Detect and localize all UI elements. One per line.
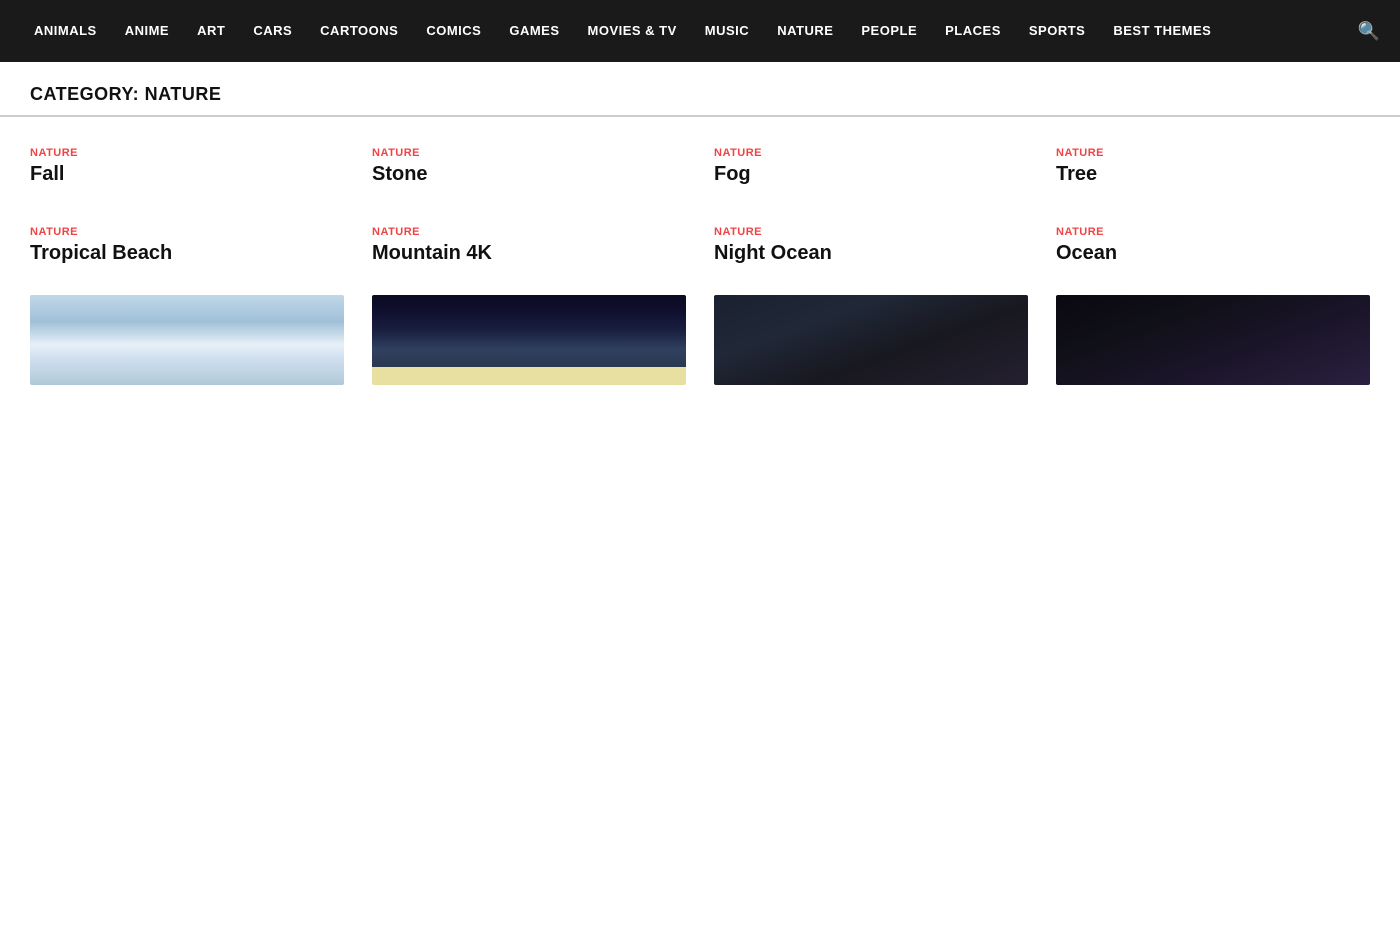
nav-item-cartoons[interactable]: CARTOONS bbox=[306, 0, 412, 62]
nav-item-cars[interactable]: CARS bbox=[239, 0, 306, 62]
nav-item-nature[interactable]: NATURE bbox=[763, 0, 847, 62]
card-tropical-beach-category: NATURE bbox=[30, 226, 344, 238]
card-mountain-4k[interactable]: NATURE Mountain 4K bbox=[372, 216, 686, 265]
nav-link-nature[interactable]: NATURE bbox=[763, 0, 847, 62]
page-title-bar: CATEGORY: NATURE bbox=[0, 62, 1400, 117]
card-tree-title: Tree bbox=[1056, 163, 1370, 186]
search-icon[interactable]: 🔍 bbox=[1348, 21, 1380, 41]
nav-link-movies[interactable]: MOVIES & TV bbox=[574, 0, 691, 62]
card-mountain-4k-title: Mountain 4K bbox=[372, 242, 686, 265]
nav-item-animals[interactable]: ANIMALS bbox=[20, 0, 111, 62]
nav-item-games[interactable]: GAMES bbox=[495, 0, 573, 62]
nav-item-movies[interactable]: MOVIES & TV bbox=[574, 0, 691, 62]
nav-link-comics[interactable]: COMICS bbox=[412, 0, 495, 62]
card-stone[interactable]: NATURE Stone bbox=[372, 137, 686, 186]
nav-item-people[interactable]: PEOPLE bbox=[847, 0, 931, 62]
nav-link-cartoons[interactable]: CARTOONS bbox=[306, 0, 412, 62]
nav-link-sports[interactable]: SPORTS bbox=[1015, 0, 1099, 62]
card-ocean[interactable]: NATURE Ocean bbox=[1056, 216, 1370, 265]
card-ocean-title: Ocean bbox=[1056, 242, 1370, 265]
card-moon-mountain[interactable] bbox=[372, 295, 686, 385]
card-fall[interactable]: NATURE Fall bbox=[30, 137, 344, 186]
card-fall-title: Fall bbox=[30, 163, 344, 186]
card-fall-category: NATURE bbox=[30, 147, 344, 159]
nav-link-animals[interactable]: ANIMALS bbox=[20, 0, 111, 62]
card-night-ocean-category: NATURE bbox=[714, 226, 1028, 238]
card-moon-mountain-image bbox=[372, 295, 686, 385]
card-space-image bbox=[1056, 295, 1370, 385]
card-snow-trees[interactable] bbox=[30, 295, 344, 385]
card-tree-category: NATURE bbox=[1056, 147, 1370, 159]
card-tree[interactable]: NATURE Tree bbox=[1056, 137, 1370, 186]
card-stone-category: NATURE bbox=[372, 147, 686, 159]
nav-link-music[interactable]: MUSIC bbox=[691, 0, 763, 62]
nav-link-games[interactable]: GAMES bbox=[495, 0, 573, 62]
card-night-ocean-title: Night Ocean bbox=[714, 242, 1028, 265]
nav-item-music[interactable]: MUSIC bbox=[691, 0, 763, 62]
card-mountain-4k-category: NATURE bbox=[372, 226, 686, 238]
card-fog[interactable]: NATURE Fog bbox=[714, 137, 1028, 186]
main-nav: ANIMALS ANIME ART CARS CARTOONS COMICS G… bbox=[0, 0, 1400, 62]
nav-link-anime[interactable]: ANIME bbox=[111, 0, 183, 62]
nav-item-best-themes[interactable]: BEST THEMES bbox=[1099, 0, 1225, 62]
nav-link-art[interactable]: ART bbox=[183, 0, 239, 62]
page-title: CATEGORY: NATURE bbox=[30, 84, 1370, 105]
nav-item-comics[interactable]: COMICS bbox=[412, 0, 495, 62]
card-stone-title: Stone bbox=[372, 163, 686, 186]
nav-list: ANIMALS ANIME ART CARS CARTOONS COMICS G… bbox=[20, 0, 1380, 62]
nav-link-people[interactable]: PEOPLE bbox=[847, 0, 931, 62]
card-drops[interactable] bbox=[714, 295, 1028, 385]
nav-item-anime[interactable]: ANIME bbox=[111, 0, 183, 62]
nav-link-places[interactable]: PLACES bbox=[931, 0, 1015, 62]
nav-link-best-themes[interactable]: BEST THEMES bbox=[1099, 0, 1225, 62]
nav-item-art[interactable]: ART bbox=[183, 0, 239, 62]
card-ocean-category: NATURE bbox=[1056, 226, 1370, 238]
card-night-ocean[interactable]: NATURE Night Ocean bbox=[714, 216, 1028, 265]
nav-item-places[interactable]: PLACES bbox=[931, 0, 1015, 62]
card-space[interactable] bbox=[1056, 295, 1370, 385]
card-fog-title: Fog bbox=[714, 163, 1028, 186]
nav-link-cars[interactable]: CARS bbox=[239, 0, 306, 62]
card-snow-trees-image bbox=[30, 295, 344, 385]
card-tropical-beach-title: Tropical Beach bbox=[30, 242, 344, 265]
card-fog-category: NATURE bbox=[714, 147, 1028, 159]
card-grid: NATURE Fall NATURE Stone NATURE Fog NATU… bbox=[0, 137, 1400, 385]
nav-search-wrapper[interactable]: 🔍 bbox=[1348, 21, 1380, 42]
card-drops-image bbox=[714, 295, 1028, 385]
nav-item-sports[interactable]: SPORTS bbox=[1015, 0, 1099, 62]
card-tropical-beach[interactable]: NATURE Tropical Beach bbox=[30, 216, 344, 265]
